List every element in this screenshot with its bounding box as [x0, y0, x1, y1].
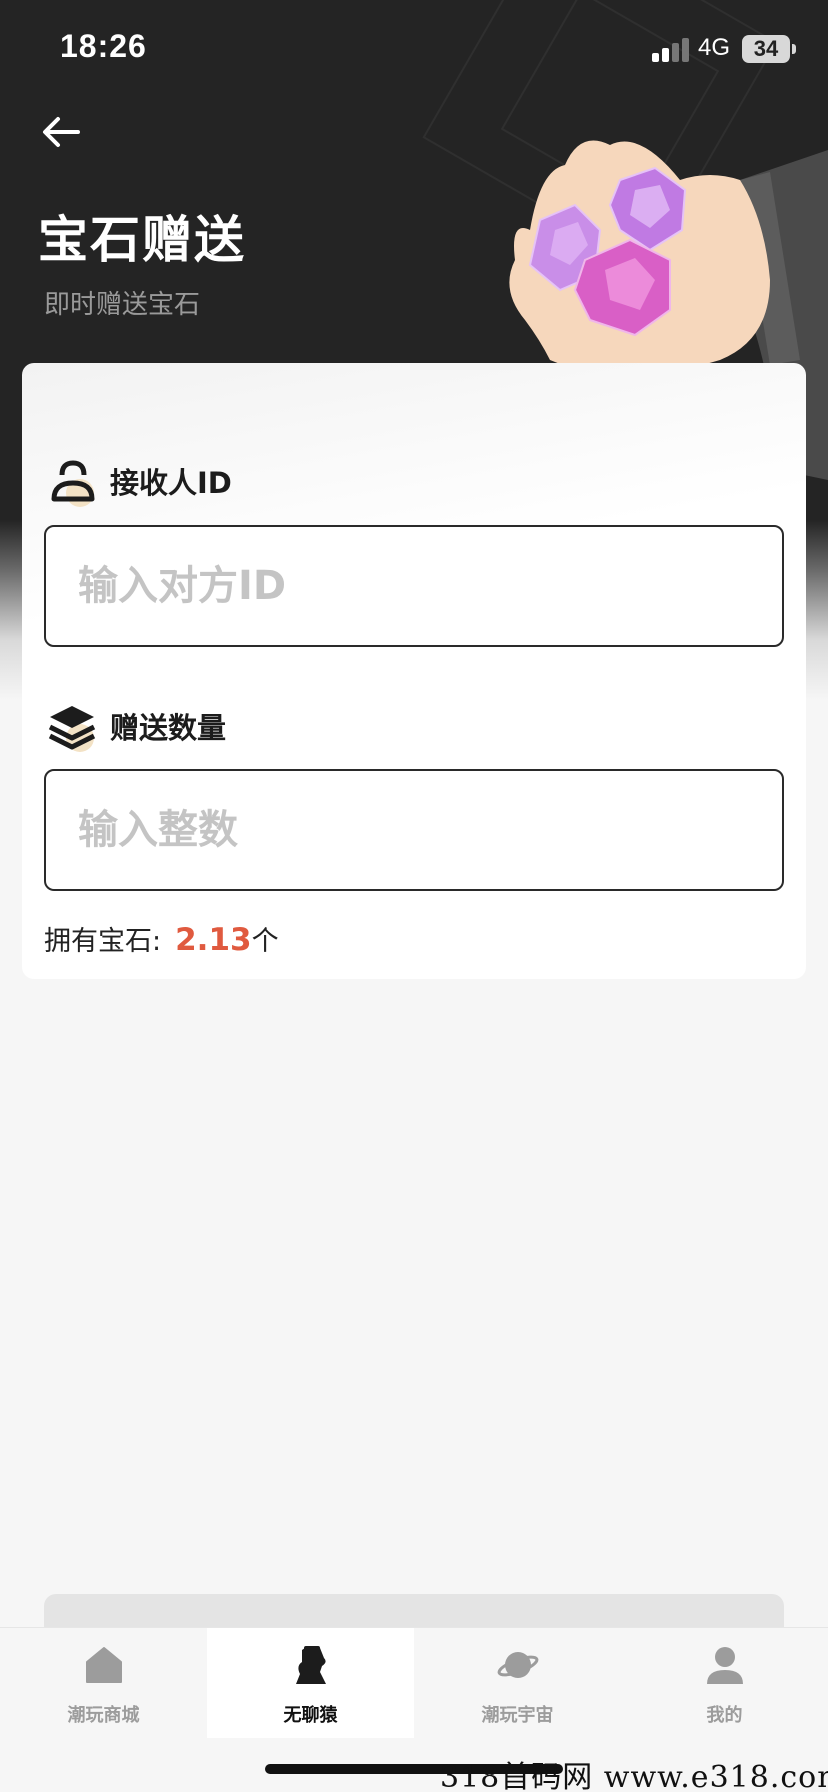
page-subtitle: 即时赠送宝石 [44, 290, 201, 320]
tab-store-label: 潮玩商城 [67, 1705, 140, 1726]
signal-icon [652, 36, 692, 62]
ape-icon [290, 1644, 332, 1686]
owned-gems-unit: 个 [251, 926, 279, 957]
battery-icon: 34 [742, 35, 790, 63]
watermark: 318首码网 www.e318.com [440, 1760, 828, 1792]
owned-gems-row: 拥有宝石: 2.13 个 [44, 919, 279, 958]
amount-label: 赠送数量 [44, 698, 226, 754]
amount-label-text: 赠送数量 [110, 711, 227, 745]
tab-universe-label: 潮玩宇宙 [481, 1705, 554, 1726]
owned-gems-label: 拥有宝石: [44, 926, 162, 957]
user-icon [704, 1644, 746, 1686]
tab-universe[interactable]: 潮玩宇宙 [414, 1628, 621, 1738]
tab-store[interactable]: 潮玩商城 [0, 1628, 207, 1738]
tab-mine[interactable]: 我的 [621, 1628, 828, 1738]
layers-icon [44, 698, 100, 754]
page-title: 宝石赠送 [38, 211, 246, 269]
recipient-id-input[interactable] [44, 525, 784, 647]
tab-ape-label: 无聊猿 [283, 1705, 338, 1726]
gift-amount-input[interactable] [44, 769, 784, 891]
battery-tip [792, 44, 796, 54]
status-time: 18:26 [60, 28, 147, 64]
back-arrow-icon[interactable] [38, 108, 86, 156]
gift-form-card: 接收人ID 赠送数量 拥有宝石: 2.13 个 [22, 363, 806, 979]
recipient-label-text: 接收人ID [110, 466, 232, 500]
owned-gems-amount: 2.13 [175, 922, 252, 958]
recipient-label: 接收人ID [44, 453, 232, 509]
status-bar: 18:26 4G 34 [0, 0, 828, 100]
store-icon [83, 1644, 125, 1686]
planet-icon [497, 1644, 539, 1686]
tab-mine-label: 我的 [706, 1705, 743, 1726]
user-lock-icon [44, 453, 100, 509]
tab-ape[interactable]: 无聊猿 [207, 1628, 414, 1738]
network-type: 4G [698, 34, 731, 61]
